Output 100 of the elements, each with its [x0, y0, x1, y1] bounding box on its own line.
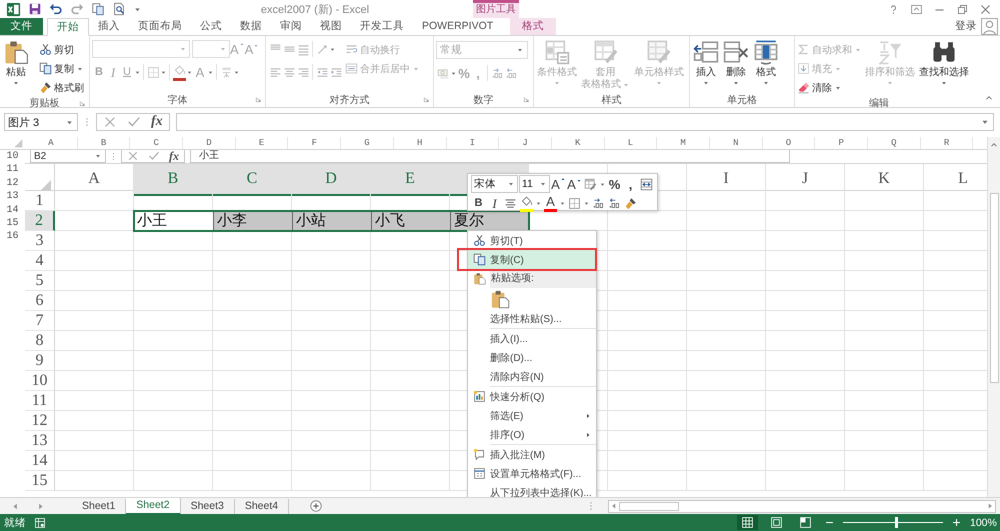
ribbon-tab[interactable]: 页面布局 — [129, 18, 191, 35]
menu-item[interactable]: 选择性粘贴(S)... — [468, 309, 596, 328]
bold-button[interactable]: B — [471, 194, 486, 212]
macro-icon[interactable] — [34, 516, 46, 528]
dialog-launcher-icon[interactable] — [78, 99, 87, 108]
normal-view-icon[interactable] — [737, 515, 758, 530]
redo-icon[interactable] — [70, 2, 84, 16]
dialog-launcher-icon[interactable] — [422, 95, 431, 104]
column-header[interactable]: M — [657, 137, 710, 149]
row-header[interactable]: 12 — [0, 176, 25, 190]
format-painter-button[interactable]: 格式刷 — [39, 79, 84, 96]
save-icon[interactable] — [28, 2, 42, 16]
font-color-button[interactable]: A — [543, 194, 558, 212]
column-width-icon — [640, 178, 653, 190]
column-header[interactable]: I — [446, 137, 500, 149]
font-size-field[interactable]: 11 — [518, 175, 550, 193]
column-header[interactable]: A — [25, 137, 78, 149]
column-header[interactable]: G — [341, 137, 394, 149]
paste-option-button[interactable] — [490, 288, 510, 308]
italic-button[interactable]: I — [487, 194, 502, 212]
caret-icon[interactable] — [559, 200, 566, 206]
caret-icon[interactable] — [583, 200, 590, 206]
sheet-tab[interactable]: Sheet2 — [126, 498, 181, 514]
ribbon-tab[interactable]: 审阅 — [271, 18, 311, 35]
grow-button[interactable]: A — [551, 175, 566, 193]
row-header[interactable]: 14 — [0, 204, 25, 217]
ribbon-tab[interactable]: 开发工具 — [351, 18, 413, 35]
menu-item[interactable]: 排序(O) — [468, 425, 596, 444]
sign-in-link[interactable]: 登录 — [955, 18, 977, 35]
row-header[interactable]: 10 — [0, 150, 25, 164]
scroll-thumb[interactable] — [990, 193, 998, 383]
fill-button[interactable] — [519, 194, 534, 212]
column-header[interactable]: D — [183, 137, 236, 149]
column-header: B — [134, 164, 213, 196]
cut-button[interactable]: 剪切 — [39, 41, 84, 58]
font-name-field[interactable]: 宋体 — [471, 175, 518, 193]
insert-button[interactable]: 插入 — [692, 38, 720, 88]
name-box[interactable]: 图片 3 — [4, 113, 78, 131]
clear-button[interactable]: 清除 — [797, 79, 862, 96]
print-preview-icon[interactable] — [112, 2, 126, 16]
shrink-button[interactable]: A — [567, 175, 582, 193]
paste-button[interactable]: 粘贴 — [2, 38, 30, 88]
column-header[interactable]: P — [815, 137, 868, 149]
menu-item[interactable]: 清除内容(N) — [468, 367, 596, 386]
menu-item[interactable]: 设置单元格格式(F)... — [468, 464, 596, 483]
format-button[interactable]: 格式 — [752, 38, 780, 88]
dialog-launcher-icon[interactable] — [522, 95, 531, 104]
menu-item[interactable]: 快速分析(Q) — [468, 387, 596, 406]
menu-item[interactable]: 复制(C) — [468, 250, 596, 269]
row-header[interactable]: 13 — [0, 190, 25, 204]
column-header[interactable]: C — [130, 137, 184, 149]
restore-icon[interactable] — [956, 2, 969, 16]
check-icon[interactable] — [127, 115, 141, 129]
formula-input[interactable] — [176, 113, 994, 131]
comma-button[interactable]: , — [623, 175, 638, 193]
row-header[interactable]: 15 — [0, 216, 25, 230]
ribbon-tab[interactable]: 插入 — [89, 18, 129, 35]
document-icon[interactable] — [91, 2, 105, 16]
insert-function-button[interactable]: fx — [151, 114, 163, 130]
row-header[interactable]: 11 — [0, 163, 25, 177]
column-header[interactable]: L — [604, 137, 658, 149]
menu-item[interactable]: 插入批注(M) — [468, 445, 596, 464]
row-header[interactable]: 16 — [0, 230, 25, 244]
caret-icon[interactable] — [599, 180, 606, 188]
column-header[interactable]: K — [552, 137, 605, 149]
zoom-in-icon[interactable] — [951, 517, 962, 528]
column-header[interactable]: N — [710, 137, 763, 149]
ribbon-tab[interactable]: 数据 — [231, 18, 271, 35]
cancel-icon[interactable] — [103, 115, 117, 129]
ribbon-display-icon[interactable] — [910, 2, 923, 16]
avatar-icon[interactable] — [981, 18, 998, 35]
find-select-button[interactable]: 查找和选择 — [918, 38, 970, 88]
column-header[interactable]: B — [78, 137, 130, 149]
slider-thumb[interactable] — [895, 517, 898, 528]
ribbon-tab[interactable]: 视图 — [311, 18, 351, 35]
ribbon-tab[interactable]: 公式 — [191, 18, 231, 35]
menu-item[interactable]: 剪切(T) — [468, 231, 596, 250]
menu-item[interactable]: 删除(D)... — [468, 348, 596, 367]
scroll-thumb[interactable] — [619, 502, 679, 510]
column-header[interactable]: R — [920, 137, 974, 149]
delete-button[interactable]: 删除 — [722, 38, 750, 88]
percent-button[interactable]: % — [607, 175, 622, 193]
ribbon-tab[interactable]: 开始 — [47, 18, 89, 36]
menu-item[interactable]: 插入(I)... — [468, 329, 596, 348]
caret-icon[interactable] — [535, 200, 542, 206]
close-icon[interactable] — [979, 2, 992, 16]
column-header[interactable]: F — [288, 137, 342, 149]
undo-icon[interactable] — [49, 2, 63, 16]
column-header[interactable]: H — [394, 137, 446, 149]
column-header[interactable]: O — [762, 137, 816, 149]
dialog-launcher-icon[interactable] — [254, 95, 263, 104]
add-sheet-icon[interactable] — [309, 499, 324, 513]
menu-item[interactable]: 筛选(E) — [468, 406, 596, 425]
copy-button[interactable]: 复制 — [39, 60, 84, 77]
column-header[interactable]: E — [236, 137, 288, 149]
ribbon-tab[interactable]: POWERPIVOT — [413, 18, 502, 35]
ribbon-tab[interactable]: 格式 — [510, 18, 556, 35]
file-tab[interactable]: 文件 — [0, 18, 43, 35]
column-header[interactable]: J — [499, 137, 552, 149]
column-header[interactable]: Q — [868, 137, 921, 149]
